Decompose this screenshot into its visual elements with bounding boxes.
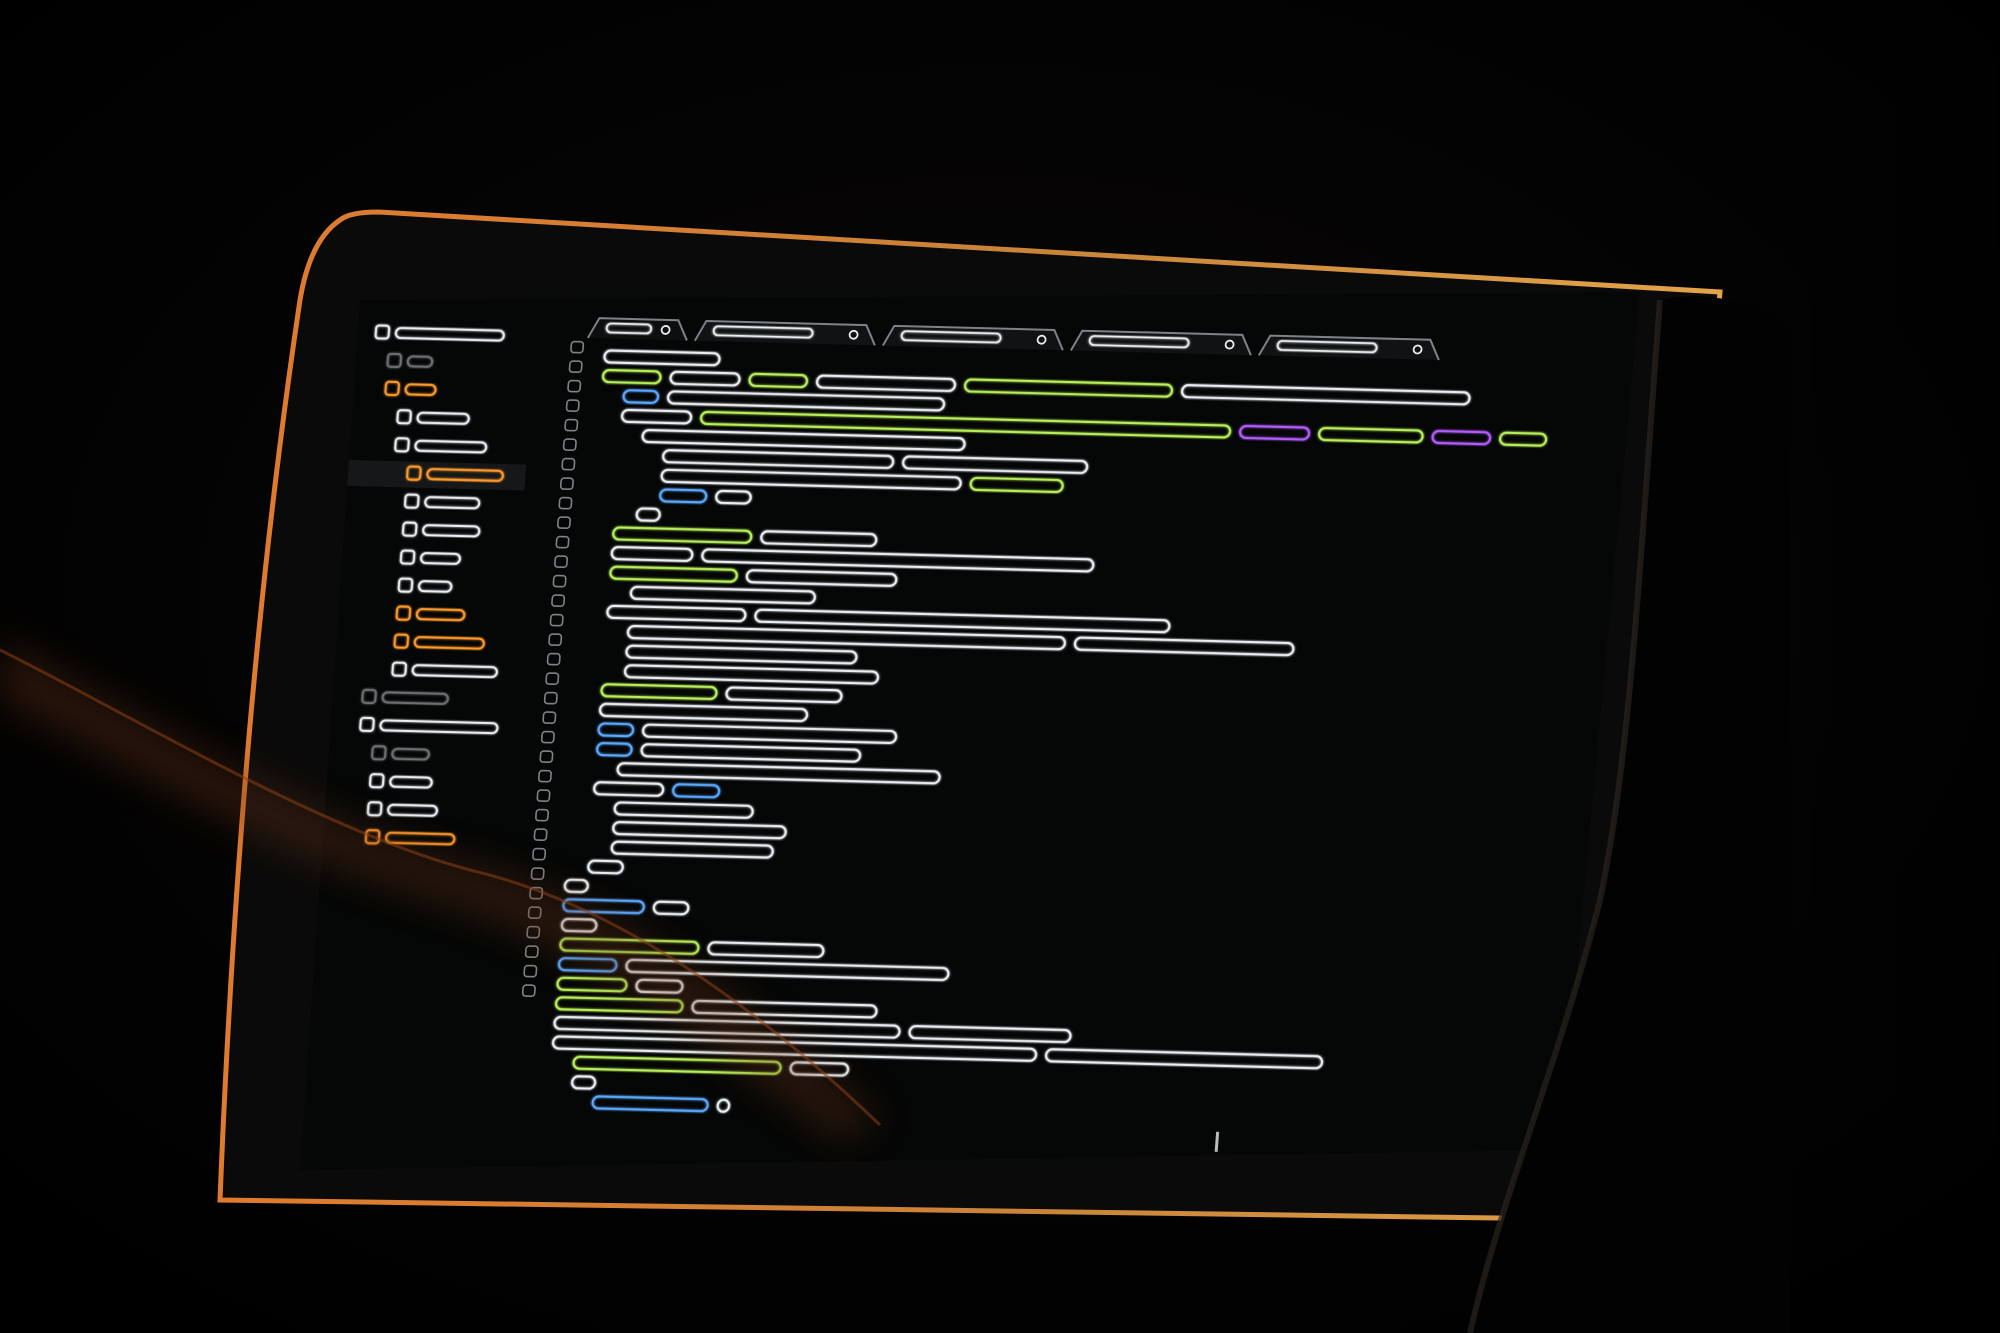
tree-item-highlight <box>334 459 527 491</box>
right-dark <box>1720 0 2000 1333</box>
tab-shape <box>586 317 688 341</box>
editor-screen <box>300 292 1640 1170</box>
tree-item[interactable] <box>334 459 527 491</box>
text-cursor <box>1214 1131 1220 1152</box>
laptop-photo <box>0 0 2000 1333</box>
editor-tab[interactable] <box>586 317 689 341</box>
